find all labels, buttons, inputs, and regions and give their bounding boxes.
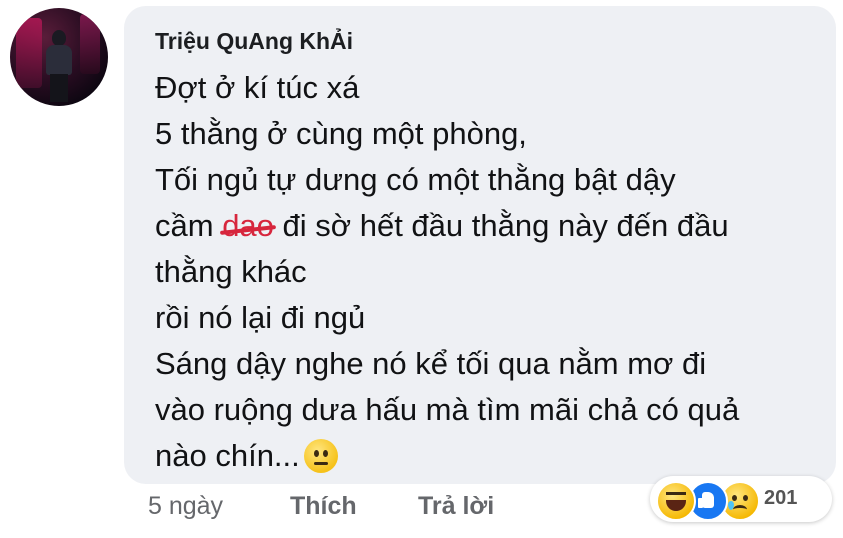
comment-text: nào chín...	[155, 438, 300, 473]
comment-line-with-strike: cầm dao đi sờ hết đầu thằng này đến đầu	[155, 208, 729, 244]
avatar-person	[44, 30, 74, 102]
reactions-summary[interactable]: 201	[650, 476, 832, 522]
comment-line: vào ruộng dưa hấu mà tìm mãi chả có quả	[155, 392, 740, 427]
comment-text: cầm	[155, 208, 223, 243]
comment-line: thằng khác	[155, 254, 307, 289]
comment-author[interactable]: Triệu QuAng KhẢi	[155, 28, 353, 55]
comment-line: rồi nó lại đi ngủ	[155, 300, 366, 335]
reaction-count: 201	[764, 487, 798, 509]
avatar-neon-left	[16, 18, 42, 88]
comment-line: Sáng dậy nghe nó kể tối qua nằm mơ đi	[155, 346, 707, 381]
neutral-face-icon	[303, 438, 338, 473]
comment-text: đi sờ hết đầu thằng này đến đầu	[273, 208, 729, 243]
avatar-neon-right	[80, 14, 100, 74]
comment-line: Đợt ở kí túc xá	[155, 70, 360, 105]
comment-line-last: nào chín...	[155, 438, 338, 475]
reply-button[interactable]: Trả lời	[418, 492, 494, 521]
comment-line: 5 thằng ở cùng một phòng,	[155, 116, 527, 151]
struck-word: dao	[222, 208, 274, 243]
avatar[interactable]	[10, 8, 108, 106]
haha-icon	[656, 481, 696, 521]
like-button[interactable]: Thích	[290, 492, 357, 521]
comment-timestamp[interactable]: 5 ngày	[148, 492, 223, 521]
comment-line: Tối ngủ tự dưng có một thằng bật dậy	[155, 162, 676, 197]
